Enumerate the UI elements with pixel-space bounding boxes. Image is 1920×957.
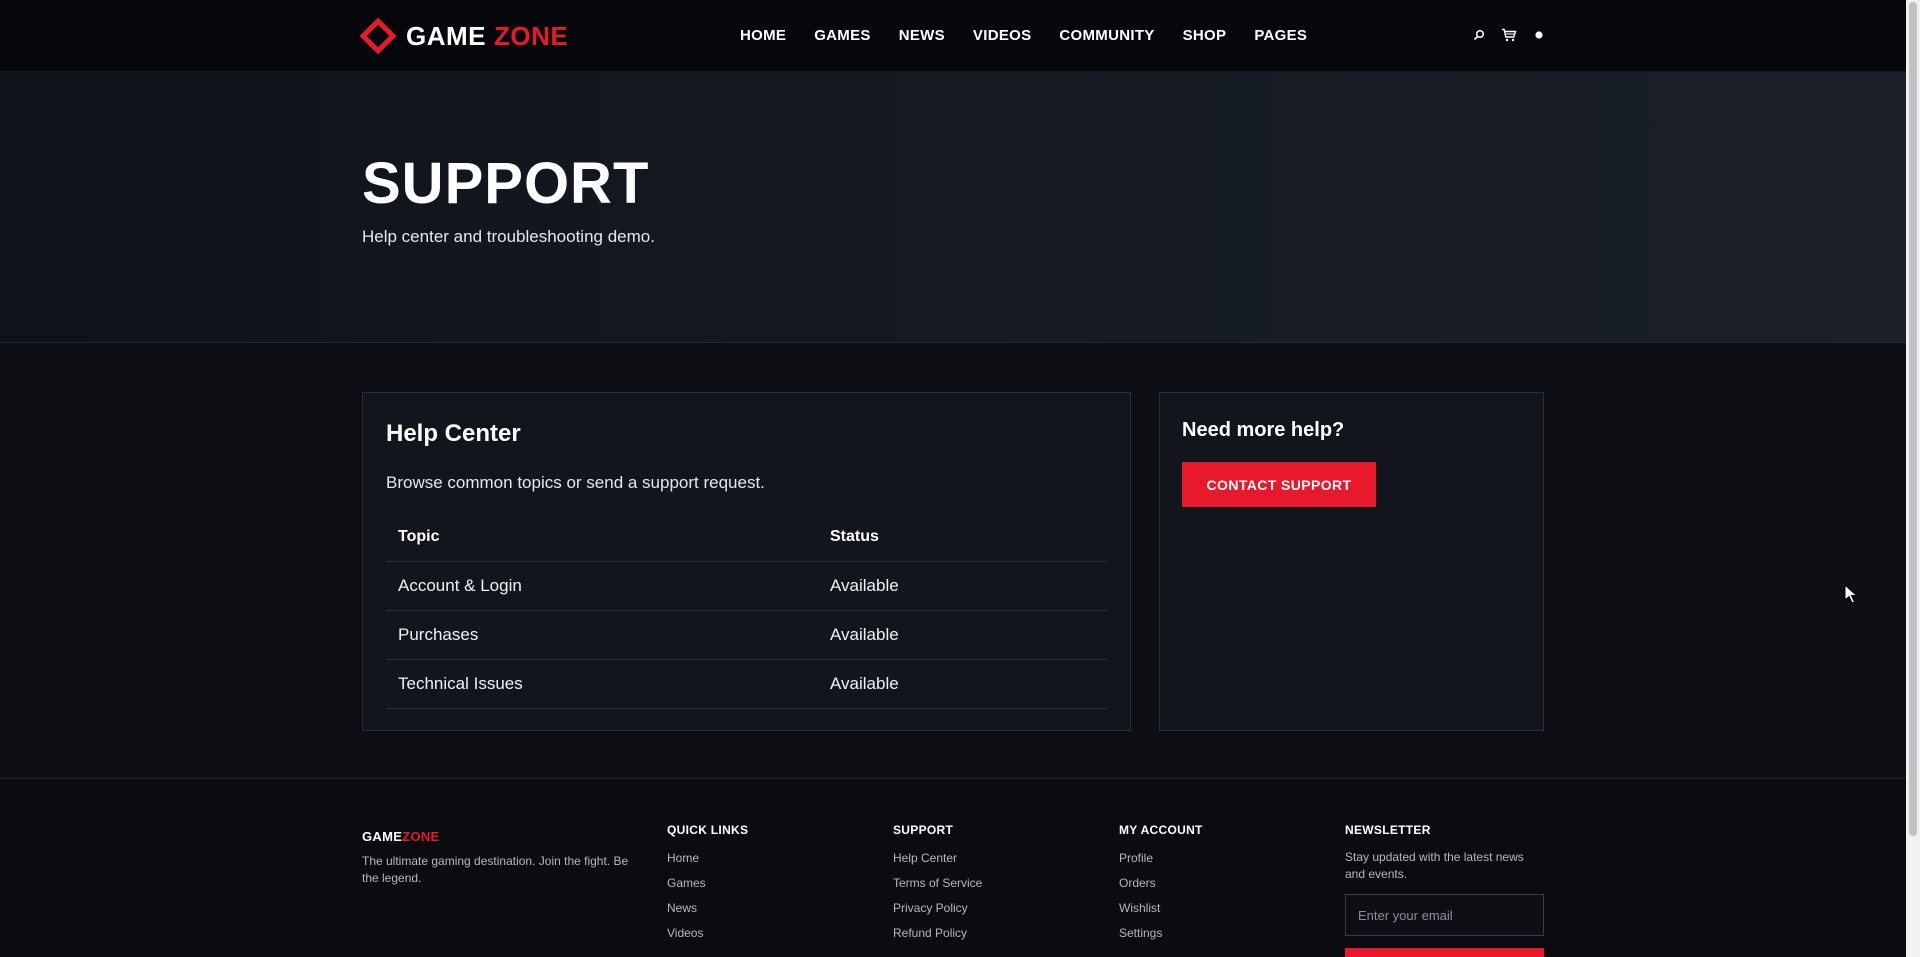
site-footer: GAMEZONE The ultimate gaming destination… [0, 778, 1906, 957]
table-row[interactable]: Technical Issues Available [386, 660, 1107, 709]
newsletter-text: Stay updated with the latest news and ev… [1345, 850, 1524, 881]
nav-videos[interactable]: VIDEOS [973, 27, 1031, 44]
top-navbar: GAME ZONE HOME GAMES NEWS VIDEOS COMMUNIT… [0, 0, 1906, 72]
topic-cell: Account & Login [398, 576, 522, 595]
nav-home[interactable]: HOME [740, 27, 786, 44]
footer-column-title: QUICK LINKS [667, 823, 749, 837]
status-cell: Available [830, 674, 899, 693]
footer-logo-accent: ZONE [402, 829, 440, 844]
footer-column-title: NEWSLETTER [1345, 823, 1431, 837]
help-center-description: Browse common topics or send a support r… [386, 473, 765, 492]
search-icon[interactable] [1468, 24, 1490, 46]
footer-link-games[interactable]: Games [667, 876, 748, 901]
nav-community[interactable]: COMMUNITY [1059, 27, 1154, 44]
mouse-cursor-icon [1844, 584, 1858, 604]
status-cell: Available [830, 625, 899, 644]
footer-link-profile[interactable]: Profile [1119, 851, 1203, 876]
footer-column-title: SUPPORT [893, 823, 954, 837]
site-logo[interactable]: GAME ZONE [356, 14, 568, 58]
main-nav: HOME GAMES NEWS VIDEOS COMMUNITY SHOP PA… [740, 0, 1307, 70]
footer-link-videos[interactable]: Videos [667, 926, 748, 951]
help-center-card: Help Center Browse common topics or send… [362, 392, 1131, 731]
page: GAME ZONE HOME GAMES NEWS VIDEOS COMMUNIT… [0, 0, 1920, 957]
nav-pages[interactable]: PAGES [1254, 27, 1307, 44]
status-cell: Available [830, 576, 899, 595]
footer-quick-links: QUICK LINKS Home Games News Videos [667, 823, 748, 951]
footer-logo[interactable]: GAMEZONE [362, 829, 440, 844]
footer-column-title: MY ACCOUNT [1119, 823, 1203, 837]
page-subtitle: Help center and troubleshooting demo. [362, 227, 655, 246]
footer-account-links: MY ACCOUNT Profile Orders Wishlist Setti… [1119, 823, 1203, 951]
cart-icon[interactable] [1498, 24, 1520, 46]
logo-text-accent: ZONE [494, 20, 569, 51]
page-title: SUPPORT [362, 151, 650, 216]
footer-link-wishlist[interactable]: Wishlist [1119, 901, 1203, 926]
vertical-scrollbar[interactable] [1906, 0, 1920, 957]
newsletter-email-input[interactable] [1345, 894, 1544, 936]
topics-table: Topic Status Account & Login Available P… [386, 513, 1107, 709]
logo-diamond-icon [359, 17, 397, 55]
help-sidebar-card: Need more help? CONTACT SUPPORT [1159, 392, 1544, 731]
footer-link-privacy[interactable]: Privacy Policy [893, 901, 982, 926]
nav-news[interactable]: NEWS [899, 27, 945, 44]
header-icons [1468, 0, 1558, 70]
newsletter-subscribe-button[interactable] [1345, 948, 1544, 957]
footer-link-news[interactable]: News [667, 901, 748, 926]
footer-link-refund[interactable]: Refund Policy [893, 926, 982, 951]
footer-link-settings[interactable]: Settings [1119, 926, 1203, 951]
user-icon[interactable] [1528, 24, 1550, 46]
sidebar-title: Need more help? [1182, 419, 1345, 441]
topic-cell: Purchases [398, 625, 479, 644]
column-header-status: Status [830, 528, 879, 545]
footer-newsletter: NEWSLETTER Stay updated with the latest … [1345, 823, 1544, 957]
logo-text: GAME ZONE [406, 21, 568, 52]
help-center-title: Help Center [386, 420, 521, 447]
logo-text-primary: GAME [406, 20, 486, 51]
footer-support-links: SUPPORT Help Center Terms of Service Pri… [893, 823, 982, 951]
topic-cell: Technical Issues [398, 674, 523, 693]
contact-support-button[interactable]: CONTACT SUPPORT [1182, 462, 1376, 507]
footer-link-terms[interactable]: Terms of Service [893, 876, 982, 901]
main-content: Help Center Browse common topics or send… [0, 344, 1906, 778]
footer-link-help-center[interactable]: Help Center [893, 851, 982, 876]
column-header-topic: Topic [398, 528, 440, 545]
nav-games[interactable]: GAMES [814, 27, 871, 44]
table-row[interactable]: Account & Login Available [386, 562, 1107, 611]
table-row[interactable]: Purchases Available [386, 611, 1107, 660]
footer-logo-primary: GAME [362, 829, 403, 844]
table-header: Topic Status [386, 513, 1107, 562]
nav-shop[interactable]: SHOP [1183, 27, 1227, 44]
footer-tagline: The ultimate gaming destination. Join th… [362, 854, 629, 885]
footer-link-home[interactable]: Home [667, 851, 748, 876]
page-hero: SUPPORT Help center and troubleshooting … [0, 72, 1906, 343]
footer-link-orders[interactable]: Orders [1119, 876, 1203, 901]
scrollbar-thumb[interactable] [1909, 2, 1917, 836]
